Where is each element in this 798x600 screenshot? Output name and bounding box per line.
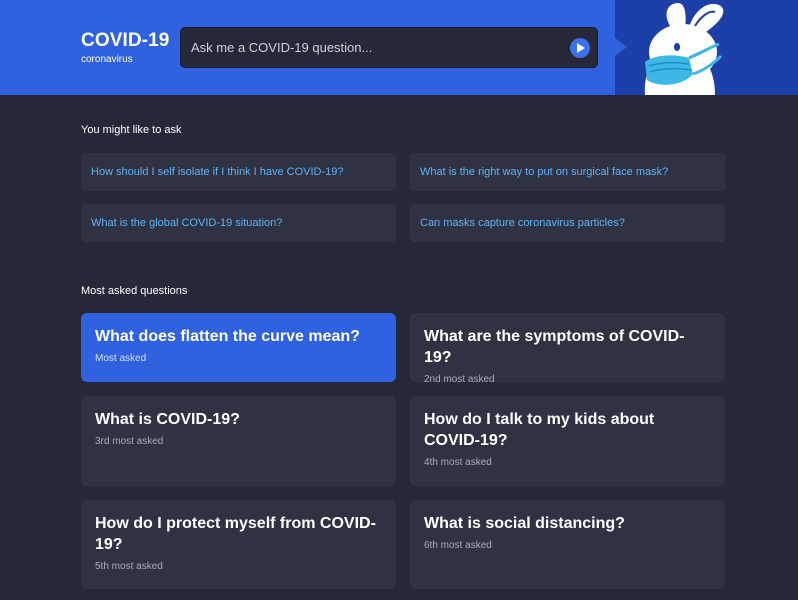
card-question: What are the symptoms of COVID-19?: [424, 328, 685, 366]
most-asked-title: Most asked questions: [81, 285, 188, 297]
card-rank: 5th most asked: [95, 561, 163, 572]
brand-subtitle: coronavirus: [81, 54, 133, 65]
question-card[interactable]: What is COVID-19? 3rd most asked: [81, 396, 396, 486]
question-card[interactable]: How do I protect myself from COVID-19? 5…: [81, 500, 396, 589]
suggestion-link[interactable]: What is the global COVID-19 situation?: [81, 204, 396, 242]
bunny-with-face-mask-icon: [644, 2, 724, 95]
question-card[interactable]: How do I talk to my kids about COVID-19?…: [410, 396, 725, 486]
card-rank: 3rd most asked: [95, 436, 164, 447]
question-card-active[interactable]: What does flatten the curve mean? Most a…: [81, 313, 396, 382]
header-notch: [615, 38, 627, 56]
send-play-icon[interactable]: [570, 38, 590, 58]
suggestions-title: You might like to ask: [81, 124, 182, 136]
search-input[interactable]: [191, 28, 561, 67]
card-rank: 6th most asked: [424, 540, 492, 551]
mascot-panel: [615, 0, 798, 95]
brand-title: COVID-19: [81, 30, 170, 51]
card-rank: 4th most asked: [424, 457, 492, 468]
question-card[interactable]: What are the symptoms of COVID-19? 2nd m…: [410, 313, 725, 385]
suggestion-link[interactable]: Can masks capture coronavirus particles?: [410, 204, 725, 242]
card-question: What does flatten the curve mean?: [95, 328, 360, 345]
suggestion-link[interactable]: What is the right way to put on surgical…: [410, 153, 725, 191]
card-question: What is COVID-19?: [95, 411, 240, 428]
card-question: How do I protect myself from COVID-19?: [95, 515, 376, 553]
card-rank: Most asked: [95, 353, 147, 364]
suggestion-link[interactable]: How should I self isolate if I think I h…: [81, 153, 396, 191]
card-question: What is social distancing?: [424, 515, 625, 532]
card-question: How do I talk to my kids about COVID-19?: [424, 411, 655, 449]
question-card[interactable]: What is social distancing? 6th most aske…: [410, 500, 725, 589]
brand: COVID-19 coronavirus: [81, 30, 169, 66]
card-rank: 2nd most asked: [424, 374, 495, 385]
search-box: [180, 27, 598, 68]
